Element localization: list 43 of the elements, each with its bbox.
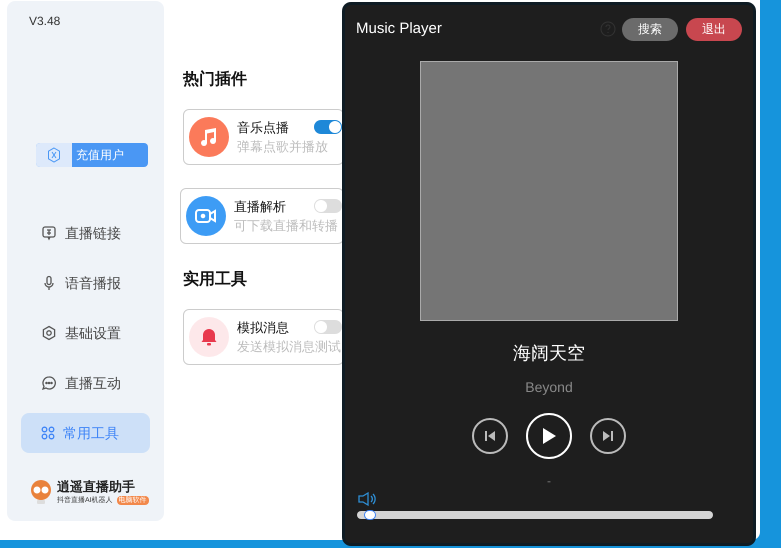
logo-title: 逍遥直播助手 <box>57 480 136 492</box>
previous-button[interactable] <box>472 418 508 454</box>
chat-icon <box>41 375 57 391</box>
plugin-description: 可下载直播和转播 <box>234 217 339 235</box>
section-title: 实用工具 <box>183 269 248 290</box>
search-button[interactable]: 搜索 <box>622 18 678 40</box>
toggle-switch[interactable] <box>314 120 342 134</box>
plugin-description: 弹幕点歌并播放 <box>237 138 329 156</box>
volume-slider[interactable] <box>357 511 713 519</box>
settings-icon <box>41 325 57 341</box>
next-button[interactable] <box>590 418 626 454</box>
plugin-card[interactable]: 音乐点播 弹幕点歌并播放 <box>183 109 344 165</box>
next-icon <box>601 429 615 443</box>
plugin-name: 模拟消息 <box>237 318 289 336</box>
toggle-switch[interactable] <box>314 199 342 214</box>
plugin-description: 发送模拟消息测试 <box>237 338 342 356</box>
toggle-switch[interactable] <box>314 320 342 334</box>
video-camera-icon <box>186 196 226 236</box>
plugin-name: 音乐点播 <box>237 118 289 136</box>
previous-icon <box>483 429 497 443</box>
volume-icon[interactable] <box>357 491 377 507</box>
sidebar-item[interactable]: 直播互动 <box>21 363 150 403</box>
play-icon <box>540 426 558 446</box>
sidebar-item[interactable]: 直播链接 <box>21 213 150 253</box>
robot-mascot-icon <box>29 479 53 505</box>
plugin-card[interactable]: 模拟消息 发送模拟消息测试 <box>183 309 344 365</box>
time-label: - <box>547 473 551 489</box>
bell-icon <box>189 317 229 357</box>
play-button[interactable] <box>526 413 572 459</box>
song-title: 海阔天空 <box>513 342 585 365</box>
sidebar-item[interactable]: 基础设置 <box>21 313 150 353</box>
section-title: 热门插件 <box>183 69 248 90</box>
window-title: Music Player <box>356 18 443 39</box>
plugin-card[interactable]: 直播解析 可下载直播和转播 <box>180 188 344 244</box>
version-label: V3.48 <box>28 13 62 29</box>
plugin-name: 直播解析 <box>234 198 286 216</box>
sidebar-item[interactable]: 语音播报 <box>21 263 150 303</box>
grid-icon <box>41 426 55 440</box>
exit-button[interactable]: 退出 <box>686 18 742 40</box>
artist-name: Beyond <box>525 378 573 397</box>
user-badge: 充值用户 <box>36 143 148 167</box>
music-note-icon <box>189 117 229 157</box>
speech-bubble-icon <box>41 225 57 241</box>
